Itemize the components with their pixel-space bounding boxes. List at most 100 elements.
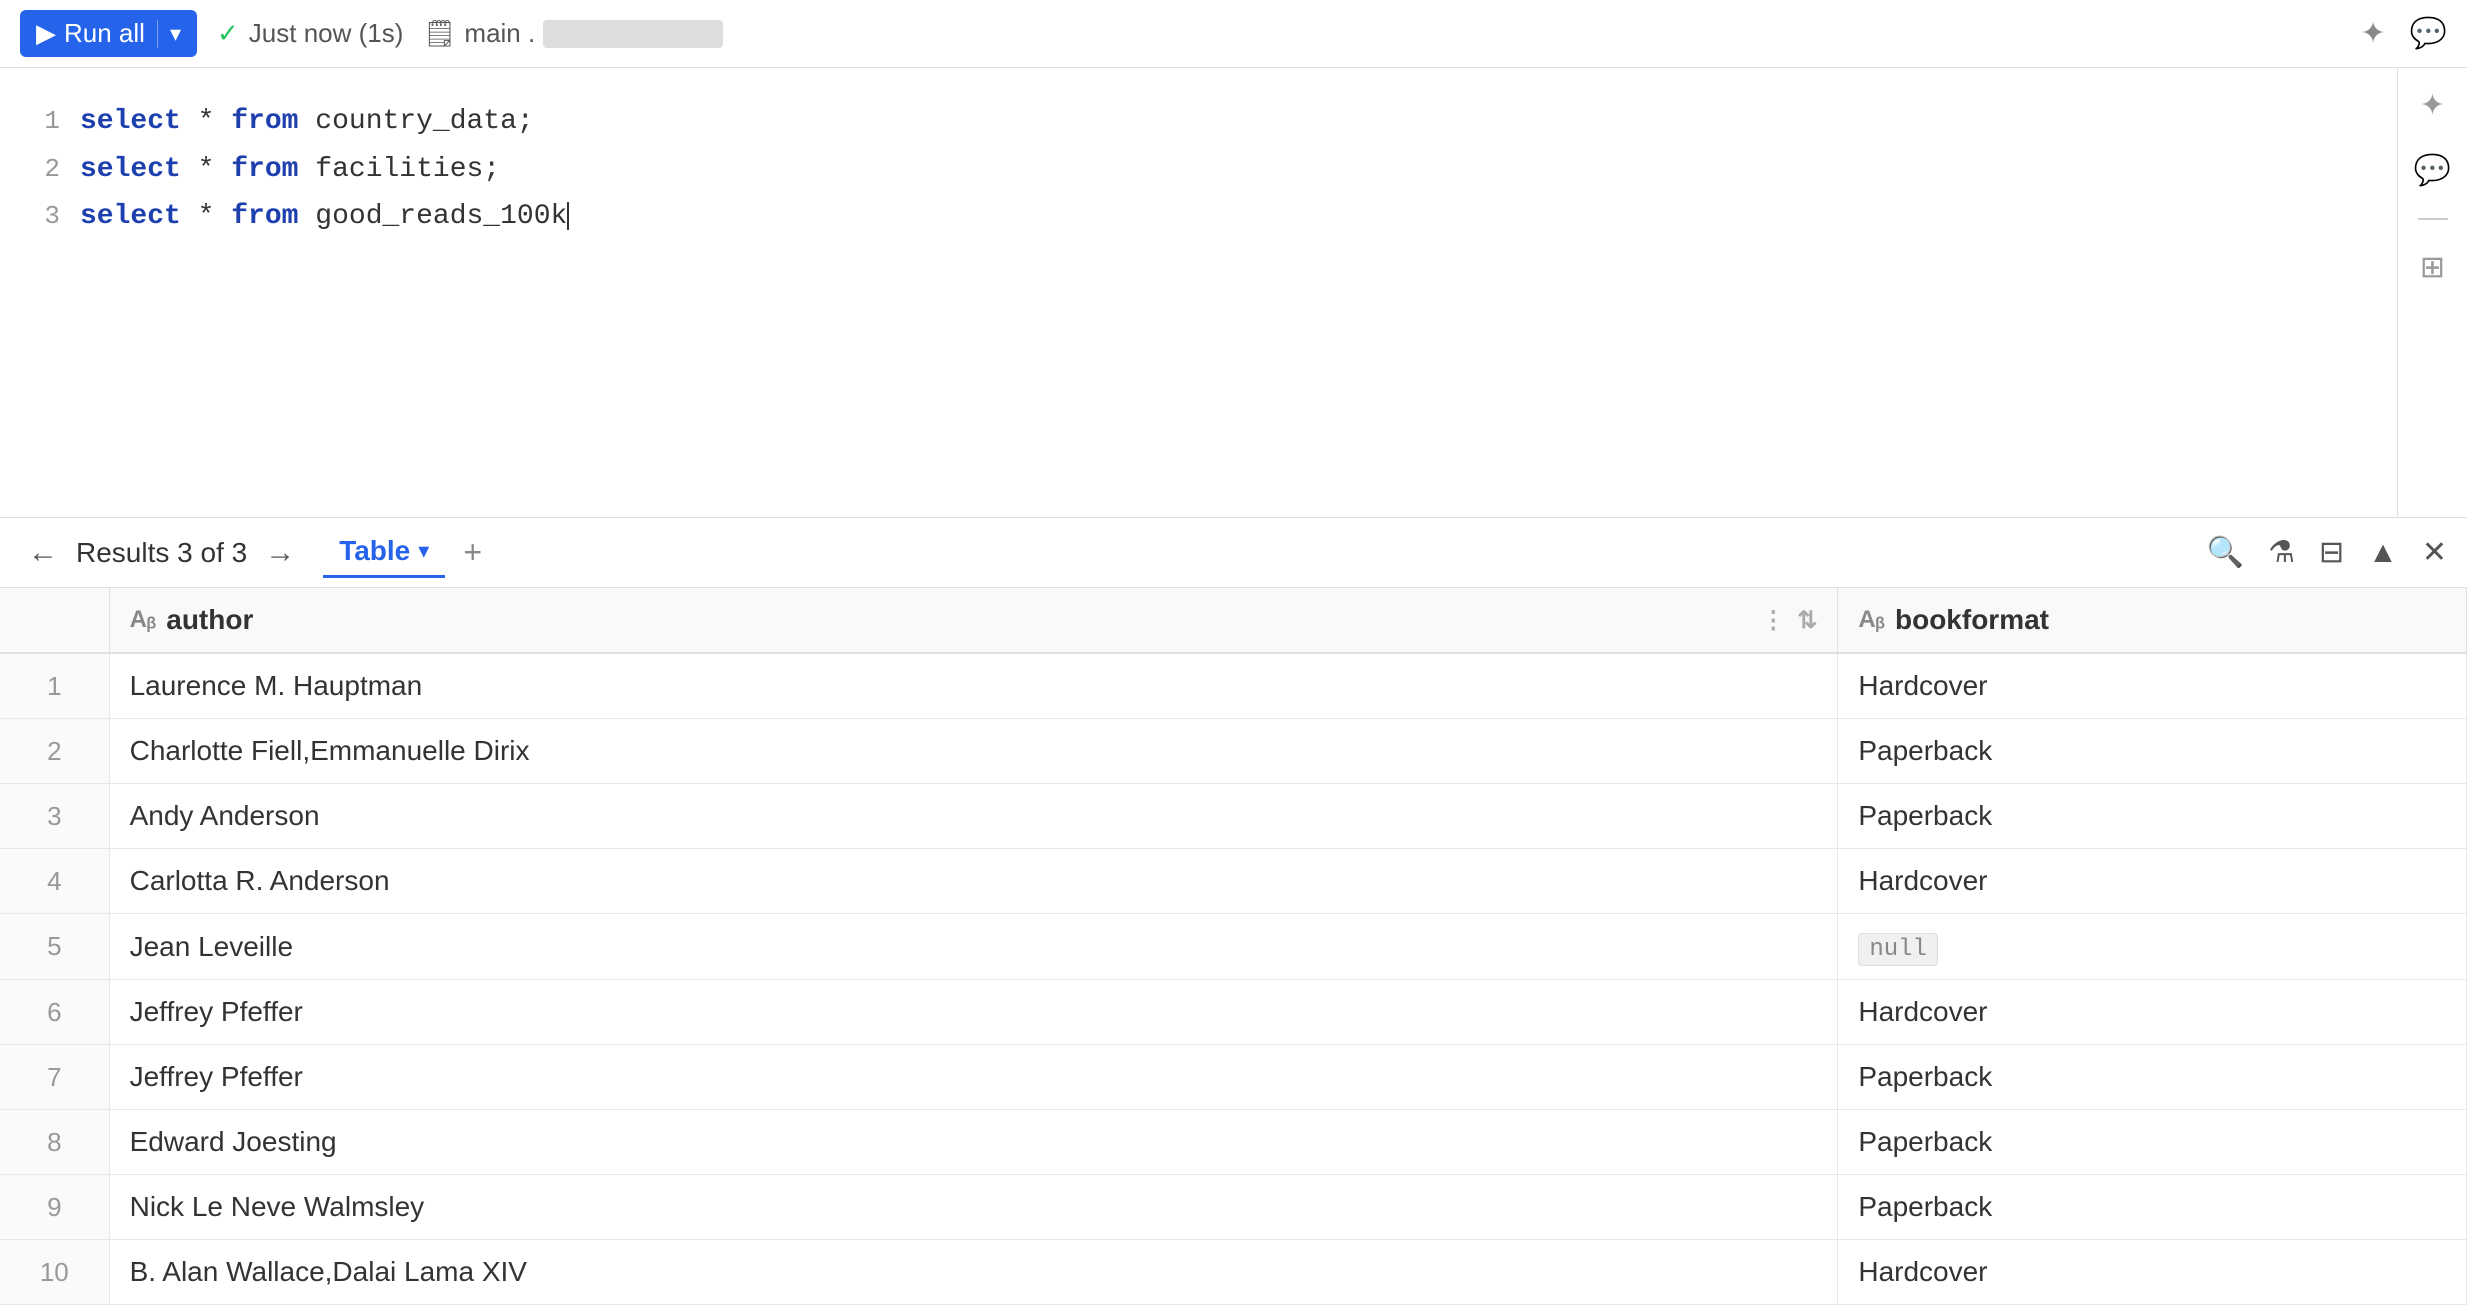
table-tab[interactable]: Table ▾ [323,527,445,578]
chat-sidebar-icon[interactable]: 💬 [2414,153,2451,188]
btn-divider [157,20,158,48]
author-cell: B. Alan Wallace,Dalai Lama XIV [109,1240,1838,1305]
author-column-header[interactable]: Aᵦ author ⋮ ⇅ [109,588,1838,653]
right-sidebar: ✦ 💬 ⊞ [2397,68,2467,517]
line-number-3: 3 [30,194,60,238]
results-table: Aᵦ author ⋮ ⇅ [0,588,2467,1305]
table-body: 1Laurence M. HauptmanHardcover2Charlotte… [0,653,2467,1305]
table-header-row: Aᵦ author ⋮ ⇅ [0,588,2467,653]
keyword-select-1: select [80,106,181,137]
bookformat-cell: Paperback [1838,784,2467,849]
run-all-button[interactable]: ▶ Run all ▾ [20,10,197,57]
line-number-2: 2 [30,147,60,191]
author-col-sort-icon[interactable]: ⇅ [1797,606,1817,635]
grid-sidebar-icon[interactable]: ⊞ [2420,250,2445,285]
row-number-cell: 7 [0,1045,109,1110]
bookformat-cell: Paperback [1838,719,2467,784]
add-tab-button[interactable]: + [455,534,490,571]
run-all-label: Run all [64,18,145,49]
code-line-1: 1 select * from country_data; [30,98,2367,146]
run-all-dropdown-icon[interactable]: ▾ [170,21,181,47]
table-row: 1Laurence M. HauptmanHardcover [0,653,2467,719]
author-col-label: author [166,604,253,636]
bookformat-cell: Paperback [1838,1045,2467,1110]
null-value-badge: null [1858,933,1938,966]
bookformat-cell: null [1838,914,2467,980]
author-cell: Edward Joesting [109,1110,1838,1175]
results-toolbar-right: 🔍 ⚗ ⊟ ▲ ✕ [2207,535,2447,570]
table-row: 5Jean Leveillenull [0,914,2467,980]
table-row: 8Edward JoestingPaperback [0,1110,2467,1175]
author-cell: Nick Le Neve Walmsley [109,1175,1838,1240]
table-row: 7Jeffrey PfefferPaperback [0,1045,2467,1110]
bookformat-cell: Paperback [1838,1110,2467,1175]
editor-with-results: 1 select * from country_data; 2 select [0,68,2467,1305]
author-col-icon: Aᵦ [130,606,157,634]
db-label: main . [464,18,535,49]
bookformat-cell: Hardcover [1838,653,2467,719]
text-cursor [567,202,569,230]
keyword-select-3: select [80,201,181,232]
table-tab-label: Table [339,535,410,567]
file-icon: 🗒 [423,18,456,49]
play-icon: ▶ [36,18,56,49]
check-icon: ✓ [217,18,239,49]
table-row: 6Jeffrey PfefferHardcover [0,980,2467,1045]
code-editor[interactable]: 1 select * from country_data; 2 select [0,68,2397,517]
bookformat-cell: Paperback [1838,1175,2467,1240]
collapse-results-icon[interactable]: ▲ [2368,536,2398,570]
sidebar-divider [2418,218,2448,220]
table-row: 9Nick Le Neve WalmsleyPaperback [0,1175,2467,1240]
table-row: 2Charlotte Fiell,Emmanuelle DirixPaperba… [0,719,2467,784]
author-cell: Andy Anderson [109,784,1838,849]
author-cell: Laurence M. Hauptman [109,653,1838,719]
toolbar: ▶ Run all ▾ ✓ Just now (1s) 🗒 main . ✦ 💬 [0,0,2467,68]
row-number-cell: 6 [0,980,109,1045]
table-tab-dropdown[interactable]: ▾ [418,538,429,564]
author-col-menu-icon[interactable]: ⋮ [1761,606,1785,635]
author-cell: Jeffrey Pfeffer [109,1045,1838,1110]
keyword-select-2: select [80,154,181,185]
prev-result-button[interactable]: ← [20,532,66,574]
row-number-header [0,588,109,653]
status-text: Just now (1s) [249,18,404,49]
toolbar-right: ✦ 💬 [2361,16,2448,51]
table-row: 10B. Alan Wallace,Dalai Lama XIVHardcove… [0,1240,2467,1305]
columns-results-icon[interactable]: ⊟ [2319,535,2344,570]
author-cell: Carlotta R. Anderson [109,849,1838,914]
table-row: 4Carlotta R. AndersonHardcover [0,849,2467,914]
table-row: 3Andy AndersonPaperback [0,784,2467,849]
code-line-2: 2 select * from facilities; [30,146,2367,194]
code-line-3: 3 select * from good_reads_100k [30,193,2367,241]
bookformat-col-icon: Aᵦ [1858,606,1885,634]
keyword-from-3: from [231,201,298,232]
row-number-cell: 10 [0,1240,109,1305]
row-number-cell: 2 [0,719,109,784]
row-number-cell: 4 [0,849,109,914]
author-cell: Jean Leveille [109,914,1838,980]
line-number-1: 1 [30,99,60,143]
row-number-cell: 9 [0,1175,109,1240]
keyword-from-1: from [231,106,298,137]
close-results-icon[interactable]: ✕ [2422,535,2447,570]
bookformat-cell: Hardcover [1838,980,2467,1045]
app-layout: ▶ Run all ▾ ✓ Just now (1s) 🗒 main . ✦ 💬 [0,0,2467,1193]
row-number-cell: 8 [0,1110,109,1175]
author-cell: Jeffrey Pfeffer [109,980,1838,1045]
db-connection[interactable]: 🗒 main . [423,18,723,49]
chat-icon[interactable]: 💬 [2410,16,2447,51]
bookformat-col-label: bookformat [1895,604,2049,636]
bookformat-cell: Hardcover [1838,849,2467,914]
next-result-button[interactable]: → [257,532,303,574]
results-tabs-bar: ← Results 3 of 3 → Table ▾ + 🔍 ⚗ ⊟ ▲ ✕ [0,518,2467,588]
filter-results-icon[interactable]: ⚗ [2268,535,2295,570]
bookformat-column-header[interactable]: Aᵦ bookformat [1838,588,2467,653]
results-label: Results 3 of 3 [76,537,247,569]
search-results-icon[interactable]: 🔍 [2207,535,2244,570]
results-area: ← Results 3 of 3 → Table ▾ + 🔍 ⚗ ⊟ ▲ ✕ [0,518,2467,1305]
content-area: 1 select * from country_data; 2 select [0,68,2467,1305]
row-number-cell: 1 [0,653,109,719]
sparkle-icon[interactable]: ✦ [2361,16,2386,51]
author-cell: Charlotte Fiell,Emmanuelle Dirix [109,719,1838,784]
sparkle-sidebar-icon[interactable]: ✦ [2420,88,2445,123]
